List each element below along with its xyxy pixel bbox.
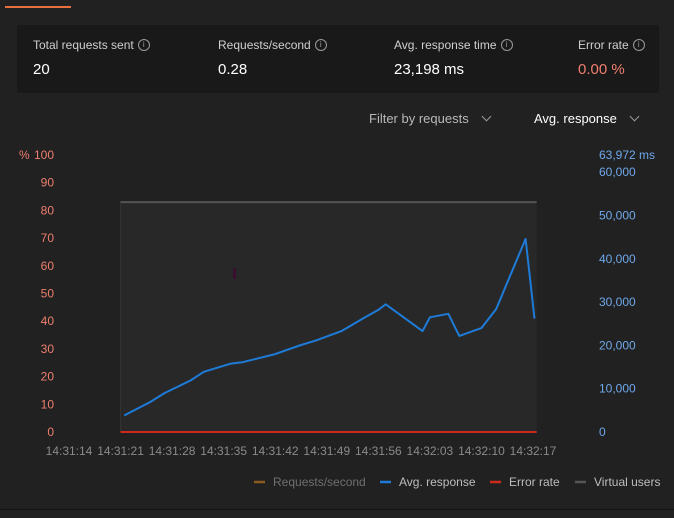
right-axis-tick: 30,000 bbox=[599, 295, 636, 309]
right-axis-max: 63,972 ms bbox=[599, 148, 655, 162]
left-axis-tick: 90 bbox=[41, 176, 55, 190]
dropdown-label: Filter by requests bbox=[369, 111, 469, 126]
left-axis-tick: 100 bbox=[34, 148, 54, 162]
x-axis-tick: 14:31:49 bbox=[303, 444, 350, 458]
chevron-down-icon bbox=[629, 111, 640, 122]
x-axis-tick: 14:32:03 bbox=[407, 444, 454, 458]
hover-marker bbox=[233, 268, 236, 279]
metrics-chart: 0 10 20 30 40 50 60 70 80 90 100% 0 10,000 20,000 30,… bbox=[19, 148, 660, 489]
dropdown-label: Avg. response bbox=[534, 111, 617, 126]
stat-label: Error rate bbox=[578, 38, 629, 52]
stat-total-requests: Total requests sent i 20 bbox=[33, 38, 150, 78]
right-axis-tick: 60,000 bbox=[599, 165, 636, 179]
stat-value: 23,198 ms bbox=[394, 61, 465, 78]
left-axis-tick: 20 bbox=[41, 370, 55, 384]
left-axis-tick: 40 bbox=[41, 314, 55, 328]
stat-requests-per-second: Requests/second i 0.28 bbox=[218, 38, 327, 78]
x-axis-tick: 14:31:14 bbox=[46, 444, 93, 458]
stat-value: 0.28 bbox=[218, 61, 248, 78]
x-axis-tick: 14:31:42 bbox=[252, 444, 299, 458]
test-run-area bbox=[120, 202, 537, 432]
stat-value: 0.00 % bbox=[578, 61, 625, 78]
x-axis-tick: 14:31:21 bbox=[97, 444, 144, 458]
left-axis-tick: 80 bbox=[41, 203, 55, 217]
x-axis-tick: 14:32:10 bbox=[458, 444, 505, 458]
left-axis-tick: 10 bbox=[41, 397, 55, 411]
left-axis-tick: 60 bbox=[41, 259, 55, 273]
x-axis-tick: 14:31:56 bbox=[355, 444, 402, 458]
stat-error-rate: Error rate i 0.00 % bbox=[578, 38, 645, 78]
stat-label: Avg. response time bbox=[394, 38, 497, 52]
right-axis-tick: 50,000 bbox=[599, 208, 636, 222]
left-axis-tick: 0 bbox=[47, 425, 54, 439]
info-icon[interactable]: i bbox=[632, 39, 645, 51]
right-axis-tick: 40,000 bbox=[599, 252, 636, 266]
legend-label: Virtual users bbox=[594, 475, 660, 489]
stat-avg-response-time: Avg. response time i 23,198 ms bbox=[394, 38, 513, 78]
metric-dropdown[interactable]: Avg. response bbox=[534, 111, 640, 126]
stat-label: Total requests sent bbox=[33, 38, 134, 52]
right-axis-tick: 0 bbox=[599, 425, 606, 439]
stat-value: 20 bbox=[33, 61, 50, 78]
active-tab-indicator bbox=[5, 6, 71, 8]
legend-label: Requests/second bbox=[273, 475, 366, 489]
right-axis-tick: 10,000 bbox=[599, 382, 636, 396]
info-icon[interactable]: i bbox=[500, 39, 513, 51]
left-axis-tick: 50 bbox=[41, 287, 55, 301]
left-axis-tick: 30 bbox=[41, 342, 55, 356]
legend-label: Avg. response bbox=[399, 475, 476, 489]
right-axis-tick: 20,000 bbox=[599, 338, 636, 352]
summary-stats: Total requests sent i 20 Requests/second i… bbox=[17, 25, 659, 93]
info-icon[interactable]: i bbox=[137, 39, 150, 51]
x-axis-tick: 14:31:28 bbox=[149, 444, 196, 458]
x-axis-tick: 14:32:17 bbox=[510, 444, 557, 458]
legend-label: Error rate bbox=[509, 475, 560, 489]
chevron-down-icon bbox=[481, 111, 492, 122]
divider bbox=[0, 509, 674, 510]
filter-by-requests-dropdown[interactable]: Filter by requests bbox=[369, 111, 492, 126]
stat-label: Requests/second bbox=[218, 38, 311, 52]
left-axis-tick: 70 bbox=[41, 231, 55, 245]
info-icon[interactable]: i bbox=[314, 39, 327, 51]
left-axis-unit: % bbox=[19, 148, 30, 162]
x-axis-tick: 14:31:35 bbox=[200, 444, 247, 458]
